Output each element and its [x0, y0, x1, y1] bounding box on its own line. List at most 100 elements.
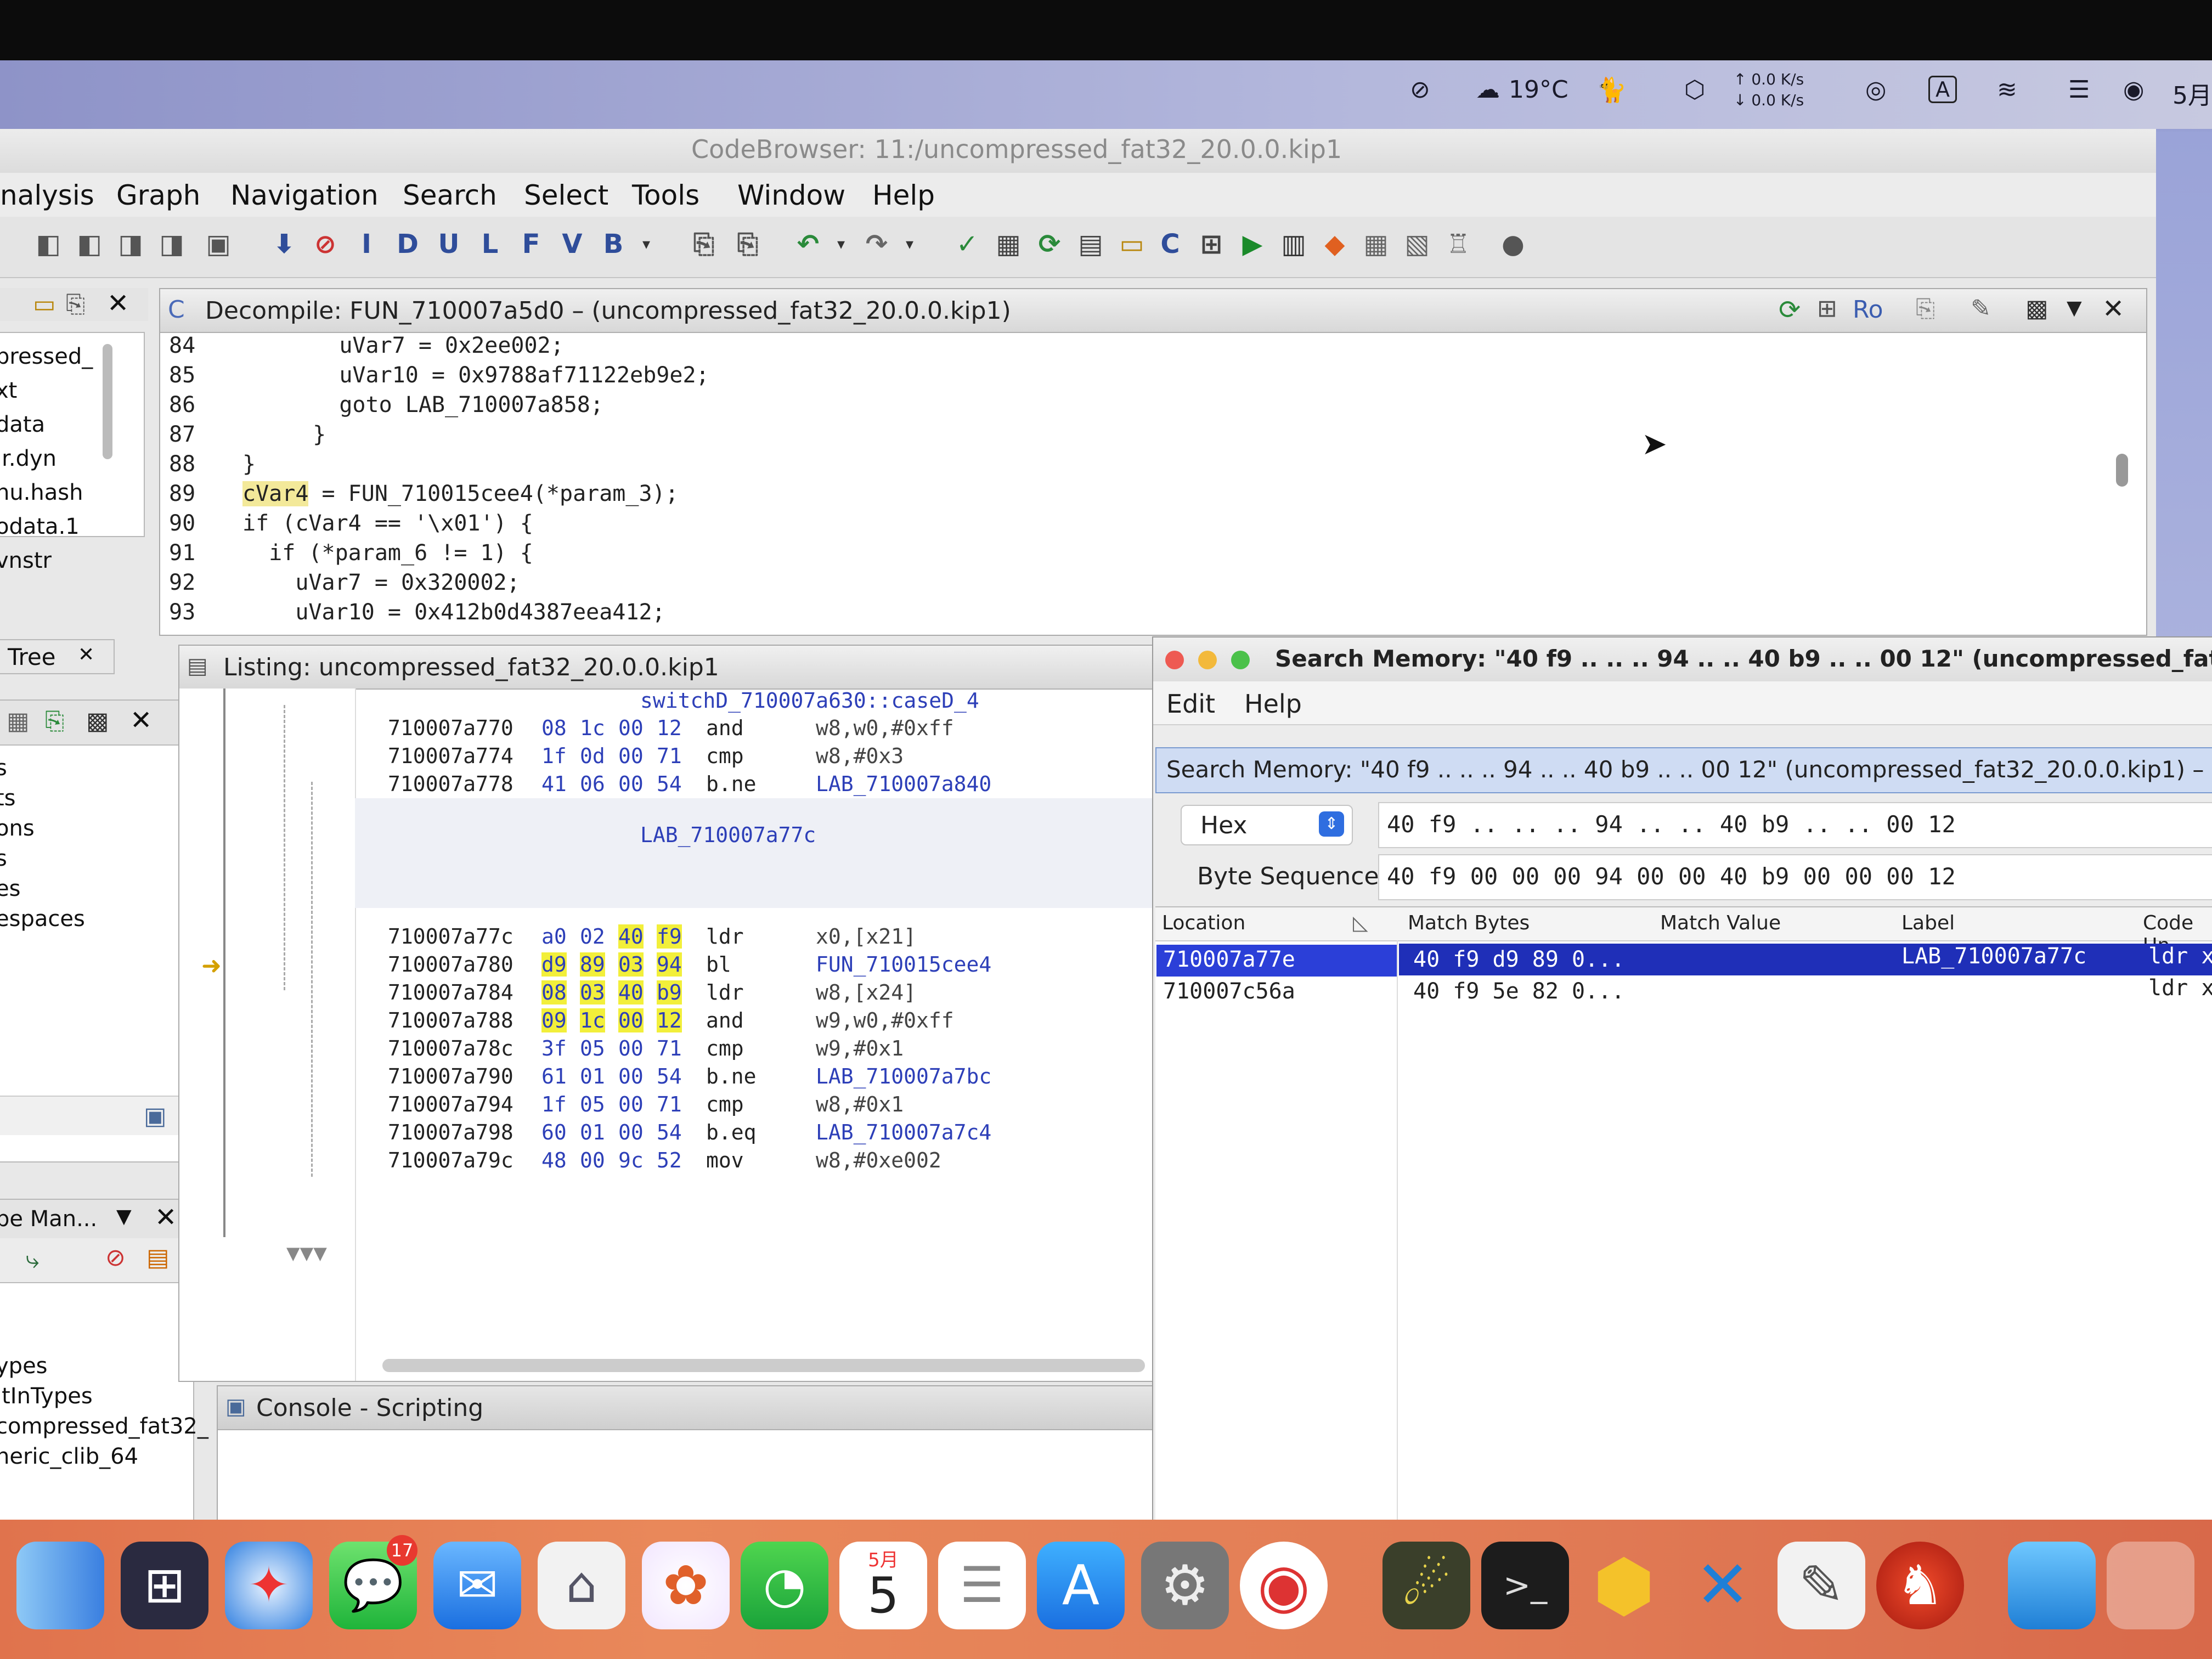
trash-icon[interactable] [2107, 1542, 2194, 1629]
filter-icon[interactable]: ▣ [144, 1102, 167, 1130]
wifi-icon[interactable]: ≋ [1997, 76, 2017, 104]
stop-icon[interactable]: ⊘ [310, 229, 341, 259]
symbol-item[interactable]: s [0, 846, 7, 871]
toolbar-D-button[interactable]: D [392, 229, 423, 259]
archive-icon[interactable]: ▤ [146, 1244, 170, 1272]
data-type-item[interactable]: ypes [0, 1353, 48, 1379]
edit-icon[interactable]: ✎ [1971, 295, 1991, 323]
diamond-icon[interactable]: ◆ [1319, 229, 1350, 259]
listing-row[interactable]: 710007a78c 3f 05 00 71 cmp w9,#0x1 [355, 1036, 1156, 1064]
listing-row[interactable]: 710007a780 d9 89 03 94 bl FUN_710015cee4 [355, 952, 1156, 980]
column-label[interactable]: Label [1901, 912, 1955, 934]
textedit-icon[interactable]: ✎ [1778, 1542, 1865, 1629]
symbol-item[interactable]: es [0, 876, 20, 901]
code-text[interactable]: if (cVar4 == '\x01') { [242, 511, 533, 536]
code-text[interactable]: uVar7 = 0x320002; [242, 570, 520, 595]
ghidra-icon[interactable]: ☄ [1383, 1542, 1470, 1629]
code-text[interactable]: if (*param_6 != 1) { [242, 540, 533, 566]
snapshot-icon[interactable]: ▩ [2025, 295, 2049, 323]
checkmark-icon[interactable]: ✓ [952, 229, 983, 259]
chevron-down-icon[interactable]: ▾ [631, 229, 662, 259]
menu-help[interactable]: Help [872, 179, 935, 211]
siri-icon[interactable]: ◉ [2123, 76, 2144, 104]
dragon-app-icon[interactable]: ♞ [1876, 1542, 1964, 1629]
copy-icon[interactable]: ⎘ [1916, 295, 1935, 323]
close-window-button[interactable] [1165, 651, 1184, 669]
system-settings-icon[interactable]: ⚙ [1141, 1542, 1229, 1629]
listing-row[interactable]: 710007a788 09 1c 00 12 and w9,w0,#0xff [355, 1008, 1156, 1036]
data-type-item[interactable]: neric_clib_64 [0, 1444, 138, 1469]
no-filter-icon[interactable]: ⊘ [105, 1244, 126, 1272]
chevron-down-icon[interactable]: ▾ [826, 229, 856, 259]
menu-select[interactable]: Select [524, 179, 608, 211]
symbol-item[interactable]: s [0, 755, 7, 781]
close-icon[interactable]: ✕ [130, 705, 152, 736]
down-arrow-icon[interactable]: ⬇ [269, 229, 300, 259]
toolbar-L-button[interactable]: L [475, 229, 505, 259]
chevron-down-icon[interactable]: ▼ [116, 1205, 132, 1228]
arrow-icon[interactable]: ⤷ [26, 1246, 40, 1274]
nav-next-icon[interactable]: ◨ [115, 229, 146, 259]
menu-graph[interactable]: Graph [116, 179, 200, 211]
calendar-icon[interactable]: 5月 5 [839, 1542, 927, 1629]
wechat-icon[interactable]: ◔ [741, 1542, 828, 1629]
mail-icon[interactable]: ✉ [433, 1542, 521, 1629]
sort-icon[interactable]: ◺ [1353, 912, 1368, 934]
launchpad-icon[interactable]: ⊞ [121, 1542, 208, 1629]
redo-icon[interactable]: ↷ [861, 229, 892, 259]
menu-navigation[interactable]: Navigation [230, 179, 379, 211]
decompiler-icon[interactable]: C [1155, 229, 1186, 259]
hexagon-icon[interactable]: ⬡ [1684, 76, 1705, 104]
listing-row[interactable]: 710007a774 1f 0d 00 71 cmp w8,#0x3 [355, 744, 1156, 771]
result-row[interactable]: 710007c56a 40 f9 5e 82 0... ldr x [1155, 975, 2212, 1007]
listing-row[interactable]: 710007a77c a0 02 40 f9 ldr x0,[x21] [355, 924, 1156, 952]
data-type-item[interactable]: compressed_fat32_ [0, 1414, 208, 1439]
symbol-item[interactable]: ts [0, 786, 16, 811]
function-graph-icon[interactable]: ⊞ [1196, 229, 1227, 259]
new-icon[interactable]: ▦ [7, 707, 30, 735]
cat-icon[interactable]: 🐈 [1596, 76, 1627, 104]
menu-tools[interactable]: Tools [632, 179, 699, 211]
nav-prev-icon[interactable]: ◧ [74, 229, 105, 259]
zoom-window-button[interactable] [1231, 651, 1250, 669]
menu-edit[interactable]: Edit [1166, 689, 1215, 719]
safari-icon[interactable]: ✦ [225, 1542, 313, 1629]
tree-icon[interactable]: ♖ [1443, 229, 1474, 259]
undo-icon[interactable]: ↶ [793, 229, 823, 259]
tree-item[interactable]: vnstr [0, 548, 52, 573]
scrollbar-thumb[interactable] [103, 344, 112, 459]
close-icon[interactable]: ✕ [2102, 294, 2124, 324]
table-icon[interactable]: ▤ [1075, 229, 1106, 259]
refresh-icon[interactable]: ⟳ [1034, 229, 1065, 259]
tree-item[interactable]: odata.1 [0, 514, 80, 539]
symbol-item[interactable]: ons [0, 816, 35, 841]
clipboard-icon[interactable]: ⎘ [732, 229, 763, 259]
rocket-icon[interactable]: ⌂ [538, 1542, 625, 1629]
result-row[interactable]: 710007a77e 40 f9 d9 89 0... LAB_710007a7… [1155, 944, 2212, 978]
refresh-icon[interactable]: ⟳ [1779, 295, 1801, 325]
hexagon-app-icon[interactable]: ⬢ [1580, 1542, 1668, 1629]
listing-row[interactable]: 710007a790 61 01 00 54 b.ne LAB_710007a7bc [355, 1064, 1156, 1092]
tree-item[interactable]: pressed_ [0, 344, 93, 369]
tree-item[interactable]: xt [0, 378, 17, 403]
lab-label[interactable]: LAB_710007a77c [640, 823, 816, 850]
toolbar-I-button[interactable]: I [351, 229, 382, 259]
symbol-filter-bar[interactable]: ▣ [0, 1096, 182, 1135]
memory-map-icon[interactable]: ▥ [1278, 229, 1309, 259]
downloads-folder-icon[interactable] [2008, 1542, 2096, 1629]
chevron-down-icon[interactable]: ▾ [894, 229, 925, 259]
target-icon[interactable]: ◎ [1865, 76, 1886, 104]
code-text[interactable]: } [242, 452, 256, 477]
input-method-indicator[interactable]: A [1928, 76, 1957, 103]
finder-icon[interactable] [16, 1542, 104, 1629]
code-text[interactable]: uVar10 = 0x9788af71122eb9e2; [286, 363, 709, 388]
bytes-viewer-icon[interactable]: ▦ [993, 229, 1024, 259]
listing-row[interactable]: 710007a778 41 06 00 54 b.ne LAB_710007a840 [355, 772, 1156, 799]
graph-icon[interactable]: ⊞ [1817, 295, 1837, 323]
listing-row[interactable]: 710007a79c 48 00 9c 52 mov w8,#0xe002 [355, 1148, 1156, 1176]
chevron-down-icon[interactable]: ▼ [2067, 297, 2082, 319]
photos-icon[interactable]: ✿ [642, 1542, 730, 1629]
menu-window[interactable]: Window [737, 179, 845, 211]
listing-row[interactable]: 710007a770 08 1c 00 12 and w8,w0,#0xff [355, 716, 1156, 743]
cloud-icon[interactable]: ☁ [1476, 76, 1500, 104]
